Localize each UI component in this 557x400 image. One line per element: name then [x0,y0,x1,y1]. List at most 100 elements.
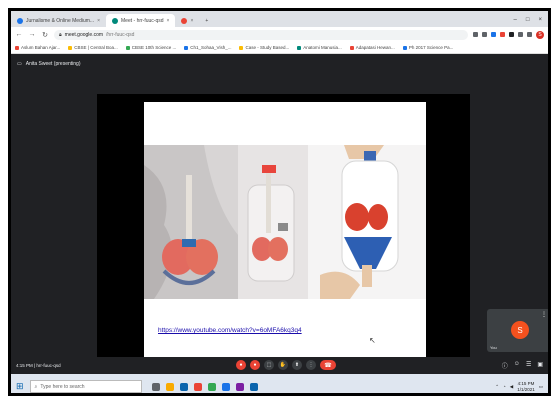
leave-call-button[interactable]: ☎ [320,360,336,370]
avatar: S [511,321,529,339]
bookmarks-bar: Aslum Bahan Ajar... CBSE | Central Boa..… [11,42,548,54]
presenter-label: Anita Sweet (presenting) [25,61,81,67]
call-controls: ● ● ⬚ ✋ ⬆ ⋮ ☎ [236,360,336,370]
mail-icon[interactable] [221,382,230,391]
profile-avatar[interactable]: S [536,30,544,39]
present-button[interactable]: ⬆ [292,360,302,370]
bookmark-favicon-icon [68,45,73,50]
maximize-button[interactable]: □ [526,17,530,23]
recording-favicon-icon [181,17,188,24]
bookmark-item[interactable]: Aslum Bahan Ajar... [15,45,60,50]
extension-icon[interactable] [491,32,496,37]
lock-icon: 🔒︎ [59,31,62,38]
bookmark-favicon-icon [349,45,354,50]
extension-icon[interactable] [509,32,514,37]
extension-icon[interactable] [500,32,505,37]
bookmark-label: Aslum Bahan Ajar... [21,45,61,50]
captions-button[interactable]: ⬚ [264,360,274,370]
tab-close-icon[interactable]: × [190,18,193,24]
screen-frame: Jurnalisme & Online Medium... × Meet - h… [8,8,551,396]
extension-icon[interactable] [527,32,532,37]
bookmark-item[interactable]: Ch1_Sohaa_Vish_... [184,45,231,50]
windows-start-icon[interactable]: ⊞ [16,381,24,392]
tab-favicon-icon [17,17,23,24]
youtube-link[interactable]: https://www.youtube.com/watch?v=6oMFA6kq… [158,327,302,334]
bookmark-favicon-icon [297,45,302,50]
windows-taskbar: ⊞ ⌕ Type here to search ⌃ ◔ ◀ 4:15 PM 1/… [11,374,548,393]
bookmark-item[interactable]: Case - Study Based... [239,45,289,50]
url-input[interactable]: 🔒︎ meet.google.com/hrr-fuuc-qsd [54,29,468,40]
star-icon[interactable] [482,32,487,37]
network-icon[interactable]: ◔ [503,384,506,389]
bookmark-favicon-icon [184,45,189,50]
minimize-button[interactable]: – [514,17,517,23]
activities-icon[interactable]: ▣ [537,361,543,370]
more-options-button[interactable]: ⋮ [306,360,316,370]
camera-off-button[interactable]: ● [250,360,260,370]
url-host: meet.google.com [64,31,104,38]
extension-icons: S [473,30,544,39]
browser-tab-meet[interactable]: Meet - hrr-fuuc-qsd × [106,14,176,27]
bookmark-label: Adapatasi Hewan... [355,45,395,50]
puzzle-icon[interactable] [518,32,523,37]
presenter-banner: ▭ Anita Sweet (presenting) [17,61,81,67]
mouse-cursor-icon: ↖ [369,336,376,345]
bookmark-label: Ph 2017 Science Pa... [408,45,454,50]
bookmark-item[interactable]: Anatomi Manusia... [297,45,342,50]
chrome-icon[interactable] [193,382,202,391]
bookmark-label: Ch1_Sohaa_Vish_... [190,45,232,50]
mic-off-button[interactable]: ● [236,360,246,370]
meeting-time-label: 4:15 PM | hrr-fuuc-qsd [16,363,61,368]
chat-icon[interactable]: ☰ [526,361,531,370]
browser-tab-1[interactable]: Jurnalisme & Online Medium... × [11,14,106,27]
browser-tab-3[interactable]: × [175,14,199,27]
close-window-button[interactable]: × [538,17,542,23]
present-screen-icon: ▭ [17,61,22,67]
clock-time: 4:15 PM [517,380,535,386]
store-icon[interactable] [207,382,216,391]
tab-close-icon[interactable]: × [167,18,170,24]
back-arrow-icon[interactable]: ← [15,31,23,38]
task-view-icon[interactable] [151,382,160,391]
tab-label: Jurnalisme & Online Medium... [26,17,95,24]
more-options-icon[interactable]: ⋮ [541,311,547,318]
bookmark-favicon-icon [402,45,407,50]
notification-icon[interactable]: ▭ [539,384,543,390]
taskbar-search-input[interactable]: ⌕ Type here to search [29,380,142,393]
clock[interactable]: 4:15 PM 1/1/2021 [517,381,535,393]
meet-viewport: ▭ Anita Sweet (presenting) https://www.y… [11,54,548,374]
self-view-tile[interactable]: ⋮ S You [487,309,548,352]
file-explorer-icon[interactable] [165,382,174,391]
bookmark-item[interactable]: CBSE 10th Science ... [125,45,176,50]
raise-hand-button[interactable]: ✋ [278,360,288,370]
taskbar-apps [151,382,258,391]
bookmark-item[interactable]: Adapatasi Hewan... [349,45,395,50]
meet-favicon-icon [112,17,119,24]
tab-label: Meet - hrr-fuuc-qsd [121,17,164,24]
shared-slide: https://www.youtube.com/watch?v=6oMFA6kq… [144,102,426,368]
url-path: /hrr-fuuc-qsd [106,31,135,38]
bookmark-favicon-icon [125,45,130,50]
camera-icon[interactable] [473,32,478,37]
tab-close-icon[interactable]: × [97,18,100,24]
search-placeholder: Type here to search [40,383,85,390]
edge-icon[interactable] [179,382,188,391]
side-panel-icons: ⓘ ☺ ☰ ▣ [502,361,543,370]
new-tab-button[interactable]: + [199,14,214,27]
window-controls: – □ × [508,17,548,27]
bookmark-label: Case - Study Based... [245,45,290,50]
info-icon[interactable]: ⓘ [502,361,508,370]
app-icon[interactable] [249,382,258,391]
reload-icon[interactable]: ↻ [41,31,49,39]
bookmark-item[interactable]: CBSE | Central Boa... [68,45,118,50]
forward-arrow-icon[interactable]: → [28,31,36,38]
bookmark-favicon-icon [239,45,244,50]
app-icon[interactable] [235,382,244,391]
bookmark-label: Anatomi Manusia... [303,45,342,50]
chevron-up-icon[interactable]: ⌃ [495,384,499,390]
bookmark-favicon-icon [15,45,19,50]
volume-icon[interactable]: ◀ [510,384,513,390]
bookmark-item[interactable]: Ph 2017 Science Pa... [402,45,454,50]
clock-date: 1/1/2021 [517,386,535,392]
people-icon[interactable]: ☺ [514,361,520,370]
